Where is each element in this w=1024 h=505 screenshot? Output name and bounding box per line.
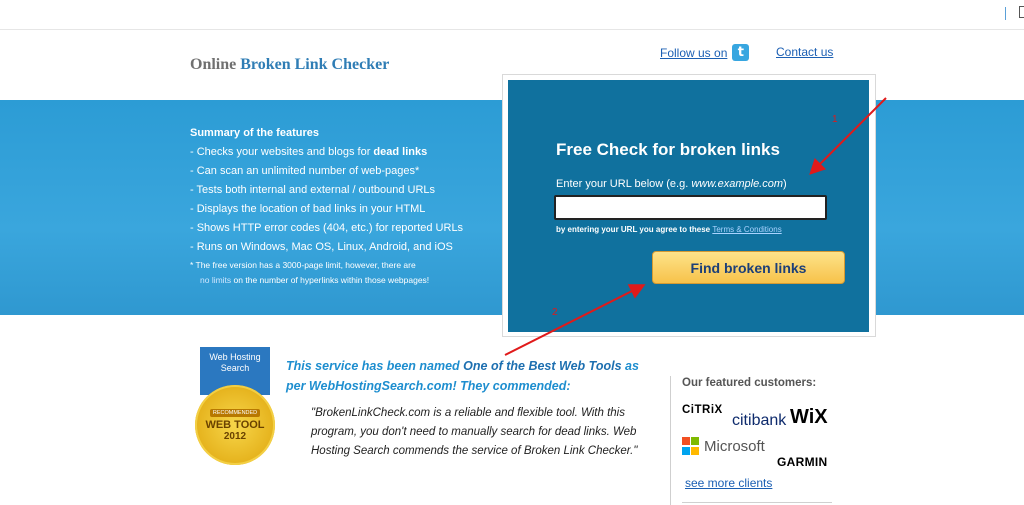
award-medal-icon: RECOMMENDED WEB TOOL 2012 [195, 385, 275, 465]
annotation-marker-2: 2 [552, 307, 558, 318]
garmin-logo: GARMIN [777, 455, 828, 469]
customers-divider [670, 376, 671, 505]
see-more-clients-link[interactable]: see more clients [685, 476, 772, 490]
customers-bottom-divider [682, 502, 832, 503]
citibank-logo: citibank [732, 412, 787, 429]
microsoft-logo: Microsoft [682, 437, 765, 455]
award-badge: Web Hosting Search RECOMMENDED WEB TOOL … [195, 347, 275, 465]
award-quote: "BrokenLinkCheck.com is a reliable and f… [311, 407, 638, 457]
microsoft-icon [682, 437, 700, 455]
award-statement: This service has been named One of the B… [286, 359, 639, 393]
wix-logo: WiX [790, 406, 828, 428]
arrow-to-find-button [504, 284, 646, 356]
annotation-marker-1: 1 [832, 114, 838, 125]
customers-title: Our featured customers: [682, 377, 817, 389]
arrow-to-url-input [809, 97, 887, 175]
citrix-logo: CiTRiX [682, 404, 723, 416]
